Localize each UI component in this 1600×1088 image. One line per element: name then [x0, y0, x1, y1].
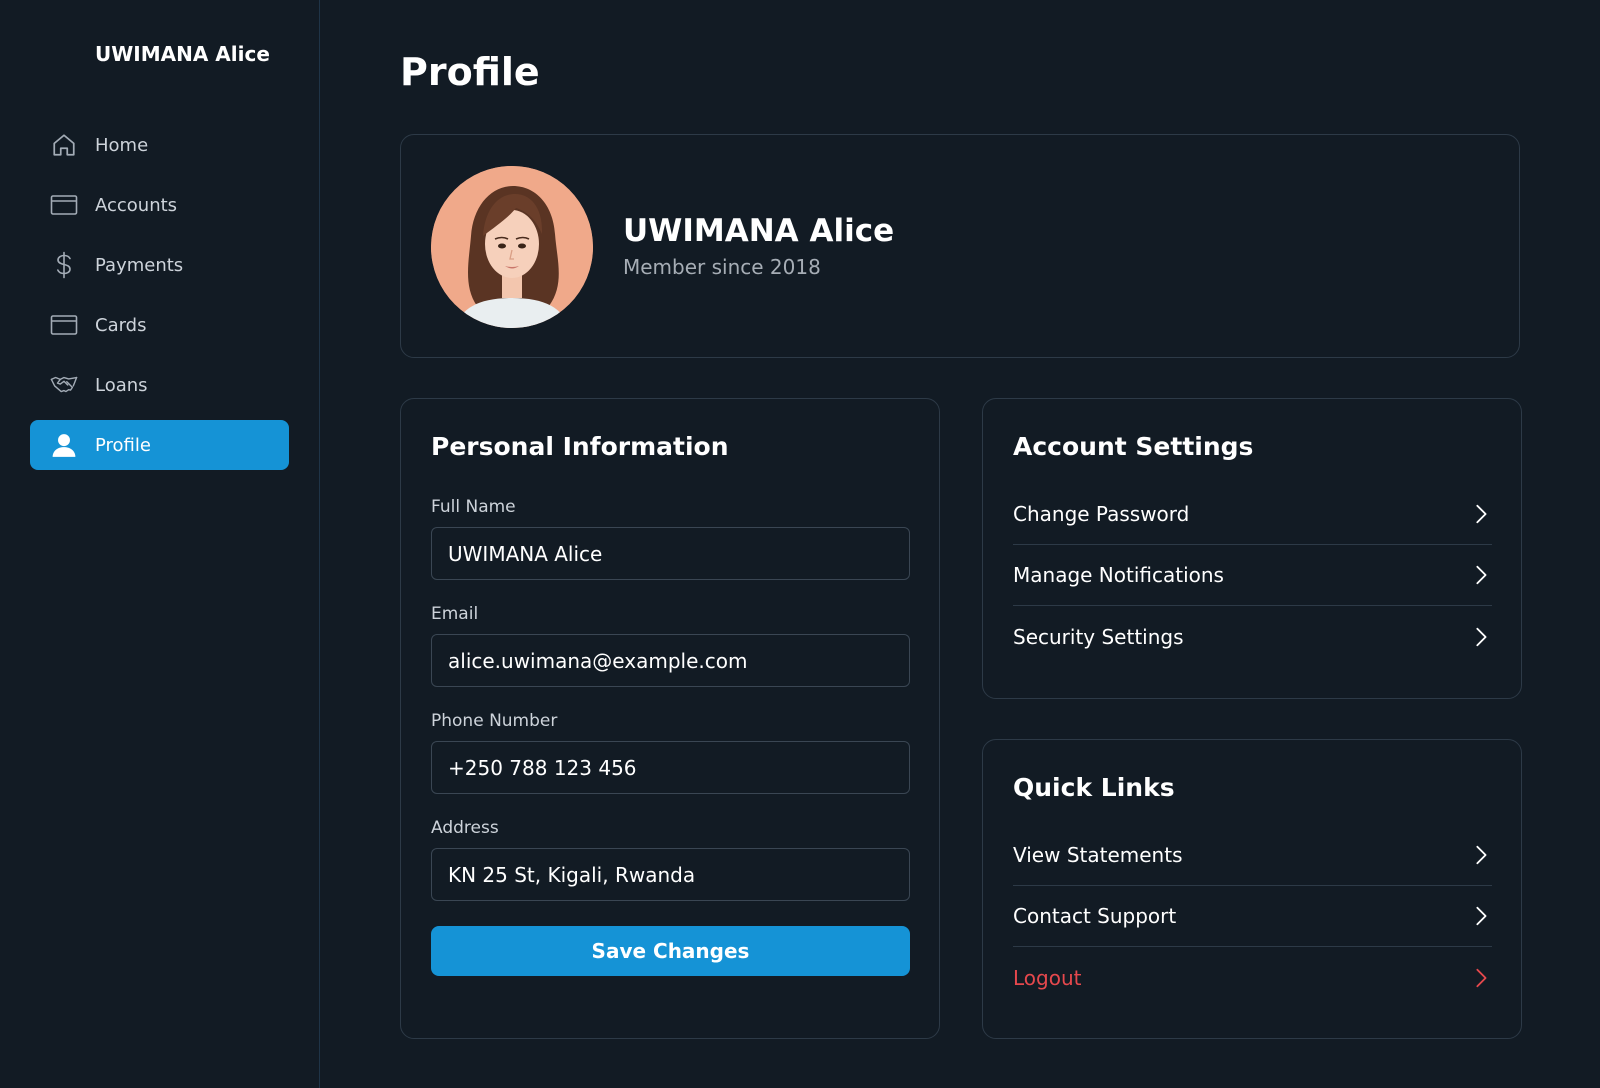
sidebar-item-cards[interactable]: Cards [30, 300, 289, 350]
full-name-label: Full Name [431, 497, 516, 517]
personal-information-title: Personal Information [431, 432, 729, 461]
user-icon [50, 431, 78, 459]
account-settings-list: Change Password Manage Notifications Sec… [1013, 484, 1492, 667]
sidebar-item-label: Accounts [95, 194, 178, 216]
app-root: UWIMANA Alice Home Accounts Payments Car… [0, 0, 1600, 1088]
security-settings-link[interactable]: Security Settings [1013, 606, 1492, 667]
manage-notifications-link[interactable]: Manage Notifications [1013, 545, 1492, 606]
quick-links-list: View Statements Contact Support Logout [1013, 825, 1492, 1008]
full-name-input[interactable] [431, 527, 910, 580]
sidebar-item-profile[interactable]: Profile [30, 420, 289, 470]
sidebar-item-label: Cards [95, 314, 147, 336]
sidebar-nav: Home Accounts Payments Cards Loans Profi… [30, 120, 289, 480]
address-label: Address [431, 818, 499, 838]
dollar-icon [50, 251, 78, 279]
profile-card: UWIMANA Alice Member since 2018 [400, 134, 1520, 358]
sidebar-item-payments[interactable]: Payments [30, 240, 289, 290]
member-since-text: Member since 2018 [623, 255, 821, 279]
contact-support-link[interactable]: Contact Support [1013, 886, 1492, 947]
sidebar-item-label: Payments [95, 254, 184, 276]
phone-number-label: Phone Number [431, 711, 558, 731]
chevron-right-icon [1476, 845, 1487, 865]
page-title: Profile [400, 50, 540, 94]
link-label: Change Password [1013, 502, 1190, 526]
sidebar-item-home[interactable]: Home [30, 120, 289, 170]
chevron-right-icon [1476, 968, 1487, 987]
profile-name: UWIMANA Alice [623, 213, 895, 249]
account-settings-title: Account Settings [1013, 432, 1254, 461]
view-statements-link[interactable]: View Statements [1013, 825, 1492, 886]
email-label: Email [431, 604, 479, 624]
link-label: Security Settings [1013, 624, 1184, 649]
sidebar-item-label: Loans [95, 374, 148, 396]
handshake-icon [50, 371, 78, 399]
chevron-right-icon [1476, 565, 1487, 585]
chevron-right-icon [1476, 906, 1487, 926]
logout-link[interactable]: Logout [1013, 947, 1492, 1008]
card-icon [50, 311, 78, 339]
save-changes-button[interactable]: Save Changes [431, 926, 910, 976]
link-label: Logout [1013, 965, 1082, 990]
sidebar-item-label: Home [95, 134, 149, 156]
change-password-link[interactable]: Change Password [1013, 484, 1492, 545]
home-icon [50, 131, 78, 159]
account-settings-card: Account Settings Change Password Manage … [982, 398, 1522, 699]
wallet-icon [50, 191, 78, 219]
sidebar-user-name: UWIMANA Alice [95, 42, 270, 66]
email-input[interactable] [431, 634, 910, 687]
avatar [431, 166, 593, 328]
link-label: View Statements [1013, 843, 1183, 867]
quick-links-title: Quick Links [1013, 773, 1175, 802]
phone-number-input[interactable] [431, 741, 910, 794]
sidebar-item-label: Profile [95, 434, 151, 456]
address-input[interactable] [431, 848, 910, 901]
chevron-right-icon [1476, 504, 1487, 524]
sidebar-item-loans[interactable]: Loans [30, 360, 289, 410]
quick-links-card: Quick Links View Statements Contact Supp… [982, 739, 1522, 1039]
personal-information-card: Personal Information Full Name Email Pho… [400, 398, 940, 1039]
link-label: Manage Notifications [1013, 563, 1224, 587]
sidebar: UWIMANA Alice Home Accounts Payments Car… [0, 0, 320, 1088]
sidebar-item-accounts[interactable]: Accounts [30, 180, 289, 230]
chevron-right-icon [1476, 627, 1487, 646]
link-label: Contact Support [1013, 904, 1177, 928]
